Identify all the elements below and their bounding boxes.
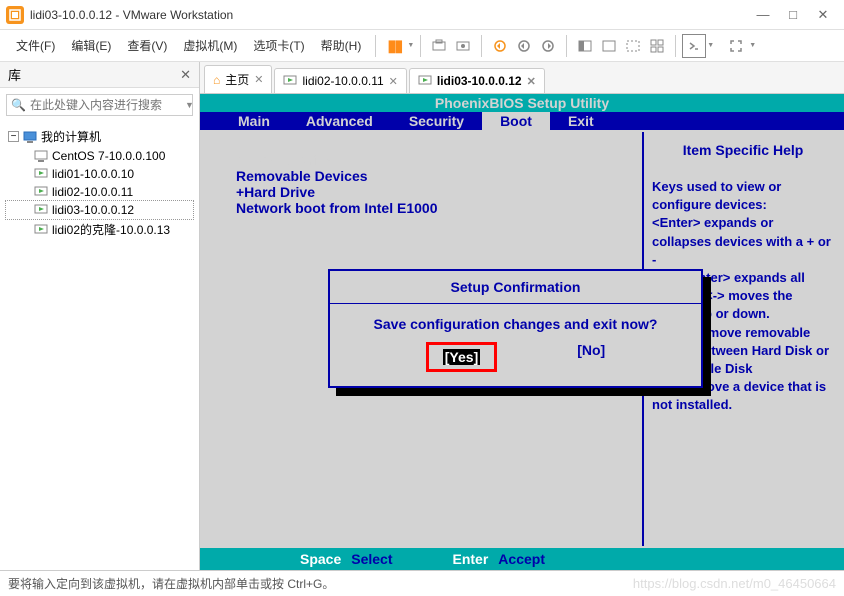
tab-label: lidi02-10.0.0.11 (302, 74, 383, 88)
title-bar: lidi03-10.0.0.12 - VMware Workstation — … (0, 0, 844, 30)
bios-menu-bar: Main Advanced Security Boot Exit (200, 112, 844, 130)
tree-root-my-computer[interactable]: − 我的计算机 (6, 126, 193, 147)
dialog-message: Save configuration changes and exit now? (330, 304, 701, 336)
vm-icon (34, 149, 48, 163)
status-bar: 要将输入定向到该虚拟机，请在虚拟机内部单击或按 Ctrl+G。 https://… (0, 570, 844, 596)
view-thumbnail-button[interactable] (645, 34, 669, 58)
boot-item-cdrom[interactable]: CD-ROM Drive (222, 152, 622, 168)
footer-key-space: Space (300, 551, 341, 567)
menu-help[interactable]: 帮助(H) (313, 35, 370, 56)
sidebar-title: 库 (8, 65, 180, 84)
bios-menu-main[interactable]: Main (220, 112, 288, 130)
boot-item-removable[interactable]: Removable Devices (222, 168, 622, 184)
no-button[interactable]: [No] (577, 342, 605, 372)
tab-label: lidi03-10.0.0.12 (437, 74, 522, 88)
fullscreen-dropdown[interactable]: ▼ (749, 42, 756, 49)
minimize-button[interactable]: — (748, 3, 778, 27)
vm-tree: − 我的计算机 CentOS 7-10.0.0.100 lidi01-10.0.… (0, 122, 199, 244)
maximize-button[interactable]: □ (778, 3, 808, 27)
search-icon: 🔍 (11, 98, 26, 112)
tree-item-label: lidi02的克隆-10.0.0.13 (52, 221, 170, 238)
tree-item-label: lidi01-10.0.0.10 (52, 167, 134, 181)
tree-item-centos[interactable]: CentOS 7-10.0.0.100 (6, 147, 193, 165)
home-icon: ⌂ (213, 73, 220, 87)
tree-item-lidi01[interactable]: lidi01-10.0.0.10 (6, 165, 193, 183)
bios-menu-advanced[interactable]: Advanced (288, 112, 391, 130)
tab-lidi03[interactable]: lidi03-10.0.0.12 ✕ (409, 68, 545, 93)
status-text: 要将输入定向到该虚拟机，请在虚拟机内部单击或按 Ctrl+G。 (8, 575, 334, 592)
bios-footer: Space Select Enter Accept (200, 548, 844, 570)
bios-menu-boot[interactable]: Boot (482, 112, 550, 130)
tab-close-button[interactable]: ✕ (389, 75, 398, 88)
revert-snapshot-button[interactable] (488, 34, 512, 58)
menu-edit[interactable]: 编辑(E) (63, 35, 119, 56)
take-snapshot-alt-button[interactable] (512, 34, 536, 58)
tab-close-button[interactable]: ✕ (527, 75, 536, 88)
footer-label-select: Select (351, 551, 392, 567)
tree-item-lidi02[interactable]: lidi02-10.0.0.11 (6, 183, 193, 201)
boot-item-harddrive[interactable]: +Hard Drive (222, 184, 622, 200)
console-dropdown[interactable]: ▼ (707, 42, 714, 49)
menu-file[interactable]: 文件(F) (8, 35, 63, 56)
vm-running-icon (34, 185, 48, 199)
bios-title: PhoenixBIOS Setup Utility (200, 94, 844, 112)
tab-lidi02[interactable]: lidi02-10.0.0.11 ✕ (274, 68, 406, 93)
tab-home[interactable]: ⌂ 主页 ✕ (204, 65, 272, 93)
vm-icon (418, 74, 432, 88)
tree-item-label: lidi02-10.0.0.11 (52, 185, 133, 199)
setup-confirmation-dialog: Setup Confirmation Save configuration ch… (328, 269, 703, 388)
view-single-button[interactable] (573, 34, 597, 58)
search-dropdown[interactable]: ▼ (185, 100, 194, 110)
window-title: lidi03-10.0.0.12 - VMware Workstation (30, 8, 748, 22)
content-area: ⌂ 主页 ✕ lidi02-10.0.0.11 ✕ lidi03-10.0.0.… (200, 62, 844, 570)
fullscreen-button[interactable] (724, 34, 748, 58)
menu-bar: 文件(F) 编辑(E) 查看(V) 虚拟机(M) 选项卡(T) 帮助(H) ▮▮… (0, 30, 844, 62)
search-box[interactable]: 🔍 ▼ (6, 94, 193, 116)
snapshot-manager-button[interactable] (451, 34, 475, 58)
sidebar: 库 ✕ 🔍 ▼ − 我的计算机 CentOS 7-10.0.0.100 lidi… (0, 62, 200, 570)
search-input[interactable] (30, 98, 185, 112)
tab-bar: ⌂ 主页 ✕ lidi02-10.0.0.11 ✕ lidi03-10.0.0.… (200, 62, 844, 94)
pause-dropdown[interactable]: ▼ (407, 42, 414, 49)
tree-root-label: 我的计算机 (41, 128, 101, 145)
menu-view[interactable]: 查看(V) (119, 35, 175, 56)
tree-item-label: lidi03-10.0.0.12 (52, 203, 134, 217)
tree-item-lidi02-clone[interactable]: lidi02的克隆-10.0.0.13 (6, 219, 193, 240)
bios-menu-exit[interactable]: Exit (550, 112, 612, 130)
yes-button[interactable]: [Yes] (443, 349, 480, 365)
footer-label-accept: Accept (498, 551, 545, 567)
menu-vm[interactable]: 虚拟机(M) (175, 35, 245, 56)
boot-item-network[interactable]: Network boot from Intel E1000 (222, 200, 622, 216)
tab-close-button[interactable]: ✕ (254, 73, 263, 86)
footer-key-enter: Enter (453, 551, 489, 567)
pause-button[interactable]: ▮▮ (382, 34, 406, 58)
manage-snapshot-button[interactable] (536, 34, 560, 58)
snapshot-button[interactable] (427, 34, 451, 58)
view-console-button[interactable] (597, 34, 621, 58)
tree-item-lidi03[interactable]: lidi03-10.0.0.12 (6, 201, 193, 219)
yes-button-highlight: [Yes] (426, 342, 497, 372)
vm-running-icon (34, 223, 48, 237)
vmware-icon (6, 6, 24, 24)
tab-label: 主页 (225, 71, 249, 88)
vm-console[interactable]: PhoenixBIOS Setup Utility Main Advanced … (200, 94, 844, 570)
view-unity-button[interactable] (621, 34, 645, 58)
vm-icon (283, 74, 297, 88)
computer-icon (23, 130, 37, 144)
dialog-title: Setup Confirmation (330, 271, 701, 304)
menu-tabs[interactable]: 选项卡(T) (245, 35, 312, 56)
bios-menu-security[interactable]: Security (391, 112, 482, 130)
sidebar-close-button[interactable]: ✕ (180, 67, 191, 83)
watermark: https://blog.csdn.net/m0_46450664 (633, 576, 836, 591)
vm-running-icon (34, 203, 48, 217)
console-button[interactable] (682, 34, 706, 58)
tree-item-label: CentOS 7-10.0.0.100 (52, 149, 165, 163)
collapse-icon[interactable]: − (8, 131, 19, 142)
sidebar-header: 库 ✕ (0, 62, 199, 88)
close-button[interactable]: ✕ (808, 3, 838, 27)
vm-running-icon (34, 167, 48, 181)
bios-help-title: Item Specific Help (652, 142, 834, 158)
